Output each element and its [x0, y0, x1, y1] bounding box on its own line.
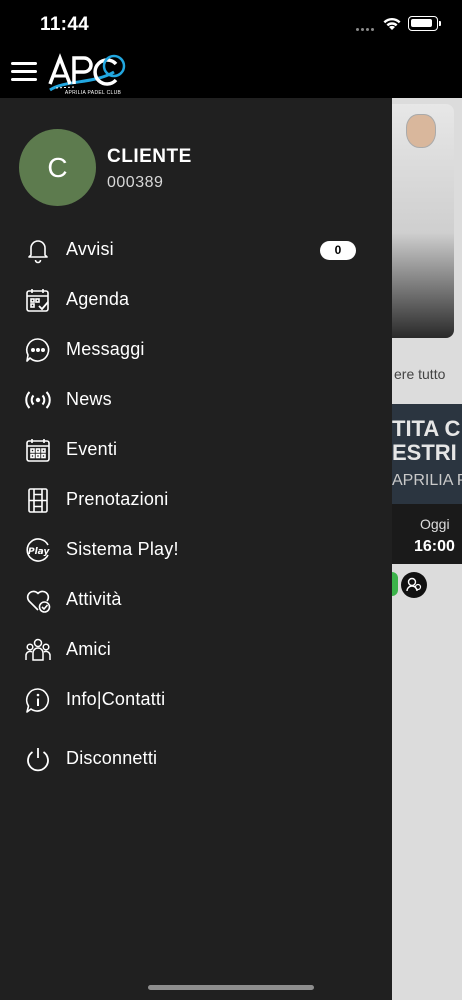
people-icon	[401, 572, 427, 598]
chat-bubble-icon	[24, 336, 52, 364]
menu-item-agenda[interactable]: Agenda	[0, 276, 392, 322]
status-dot	[392, 572, 398, 596]
people-icon	[24, 636, 52, 664]
menu-item-prenotazioni[interactable]: Prenotazioni	[0, 476, 392, 522]
menu-item-label: Amici	[66, 639, 111, 659]
menu-item-sistema-play[interactable]: Play Sistema Play!	[0, 526, 392, 572]
logo-subtitle: APRILIA PADEL CLUB	[64, 90, 122, 96]
user-code: 000389	[107, 174, 164, 191]
time-slot: Oggi 16:00	[392, 504, 462, 564]
wifi-icon	[382, 16, 402, 31]
app-header: APRILIA PADEL CLUB	[0, 46, 462, 98]
background-page: ere tutto TITA C ESTRI APRILIA P Oggi 16…	[392, 98, 462, 1000]
avatar[interactable]: C	[19, 129, 96, 206]
menu-item-label: Messaggi	[66, 339, 145, 359]
heart-check-icon	[24, 586, 52, 614]
svg-text:Play: Play	[28, 547, 50, 557]
menu-item-disconnetti[interactable]: Disconnetti	[0, 735, 392, 781]
banner-line-2: ESTRI	[392, 440, 457, 465]
hamburger-menu-icon[interactable]	[11, 62, 37, 82]
calendar-check-icon	[24, 286, 52, 314]
slot-day: Oggi	[420, 516, 450, 532]
status-bar: 11:44	[0, 0, 462, 46]
menu-item-label: Avvisi	[66, 239, 114, 259]
power-icon	[24, 745, 52, 773]
event-banner: TITA C ESTRI APRILIA P	[392, 404, 462, 504]
menu-item-info-contatti[interactable]: Info|Contatti	[0, 676, 392, 722]
play-badge-icon: Play	[24, 536, 52, 564]
bell-icon	[24, 236, 52, 264]
menu-item-eventi[interactable]: Eventi	[0, 426, 392, 472]
background-avatar	[406, 114, 436, 148]
home-indicator[interactable]	[148, 985, 314, 990]
user-name: CLIENTE	[107, 146, 192, 167]
menu-item-label: Prenotazioni	[66, 489, 169, 509]
slot-time: 16:00	[414, 538, 455, 555]
menu-item-label: Sistema Play!	[66, 539, 179, 559]
broadcast-icon	[24, 386, 52, 414]
calendar-grid-icon	[24, 436, 52, 464]
battery-icon	[408, 16, 441, 31]
menu-item-label: News	[66, 389, 112, 409]
banner-line-3: APRILIA P	[392, 472, 462, 489]
menu-item-label: Eventi	[66, 439, 118, 459]
menu-item-label: Info|Contatti	[66, 689, 166, 709]
menu-item-label: Disconnetti	[66, 748, 158, 768]
banner-line-1: TITA C	[392, 416, 461, 441]
background-card	[392, 104, 454, 338]
menu-item-avvisi[interactable]: Avvisi 0	[0, 226, 392, 272]
signal-dots-icon	[356, 28, 376, 32]
navigation-drawer: C CLIENTE 000389 Avvisi 0 Agenda Messagg…	[0, 98, 392, 1000]
menu-item-label: Agenda	[66, 289, 130, 309]
menu-item-news[interactable]: News	[0, 376, 392, 422]
menu-item-attivita[interactable]: Attività	[0, 576, 392, 622]
see-all-link: ere tutto	[394, 366, 446, 382]
menu-item-label: Attività	[66, 589, 122, 609]
menu-item-amici[interactable]: Amici	[0, 626, 392, 672]
app-logo: APRILIA PADEL CLUB	[44, 50, 128, 96]
court-icon	[24, 486, 52, 514]
info-bubble-icon	[24, 686, 52, 714]
status-time: 11:44	[40, 14, 90, 35]
notification-badge: 0	[320, 241, 356, 260]
menu-item-messaggi[interactable]: Messaggi	[0, 326, 392, 372]
